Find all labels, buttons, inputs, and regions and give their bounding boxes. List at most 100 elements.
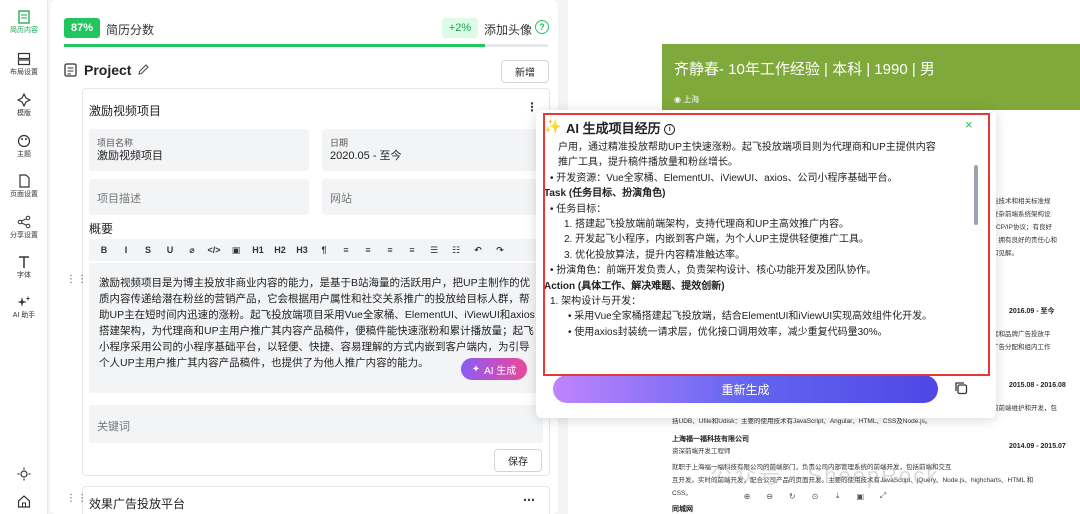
score-label: 简历分数	[106, 23, 155, 37]
nav-item-page[interactable]: 页面设置	[0, 172, 48, 206]
toolbar-button[interactable]: ≡	[357, 241, 379, 259]
regenerate-button[interactable]: 重新生成	[553, 375, 938, 403]
toolbar-button[interactable]: ↶	[467, 241, 489, 259]
preview-date: 2015.08 - 2016.08	[1009, 382, 1066, 389]
toolbar-button[interactable]: ⌀	[181, 241, 203, 259]
toolbar-button[interactable]: U	[159, 241, 181, 259]
resume-header: 齐静春- 10年工作经验 | 本科 | 1990 | 男 ◉ 上海	[662, 44, 1080, 110]
share-icon	[17, 215, 31, 229]
nav-item-ai-assistant[interactable]: AI 助手	[0, 293, 48, 327]
preview-tool-icon[interactable]: ⊙	[808, 492, 822, 501]
project-card-title: 激励视频项目	[89, 104, 162, 118]
preview-text: TCP/IP协议；有良好	[992, 224, 1052, 231]
toolbar-button[interactable]: ≡	[335, 241, 357, 259]
preview-text: 广告分配和组内工作	[992, 344, 1051, 351]
nav-item-theme[interactable]: 主题	[0, 132, 48, 166]
nav-label: 页面设置	[10, 191, 38, 198]
toolbar-button[interactable]: ☰	[423, 241, 445, 259]
toolbar-button[interactable]: ▣	[225, 241, 247, 259]
left-nav: 简历内容 布局设置 模版 主题 页面设置 分享设置 字体 AI 助手	[0, 0, 48, 514]
toolbar-button[interactable]: H3	[291, 241, 313, 259]
project-name-field[interactable]: 项目名称 激励视频项目	[89, 129, 309, 171]
help-icon[interactable]: ?	[535, 20, 549, 34]
field-placeholder: 关键词	[97, 421, 130, 433]
preview-text: 同城网	[672, 506, 693, 513]
toolbar-button[interactable]: ¶	[313, 241, 335, 259]
tip-badge: +2%	[442, 18, 478, 38]
home-icon[interactable]	[17, 494, 31, 508]
add-project-button[interactable]: 新增	[501, 60, 549, 83]
highlight-frame	[543, 113, 990, 376]
nav-label: 模版	[17, 110, 31, 117]
score-progress	[64, 44, 548, 47]
preview-text: 能技术和相关标准规	[992, 198, 1051, 205]
save-button[interactable]: 保存	[494, 449, 542, 472]
toolbar-button[interactable]: ☷	[445, 241, 467, 259]
preview-text: CSS。	[672, 490, 692, 497]
toolbar-button[interactable]: ↷	[489, 241, 511, 259]
sparkle-icon	[17, 296, 31, 307]
nav-item-template[interactable]: 模版	[0, 91, 48, 125]
field-placeholder: 项目描述	[97, 193, 141, 205]
toolbar-button[interactable]: ≡	[401, 241, 423, 259]
preview-tool-icon[interactable]: ↻	[785, 492, 799, 501]
nav-item-share[interactable]: 分享设置	[0, 213, 48, 247]
score-progress-fill	[64, 44, 486, 47]
toolbar-button[interactable]: ≡	[379, 241, 401, 259]
nav-label: 布局设置	[10, 69, 38, 76]
drag-handle-icon[interactable]: ⋮⋮	[66, 275, 87, 290]
nav-item-resume-content[interactable]: 简历内容	[0, 8, 48, 42]
section-title: Project	[84, 62, 132, 78]
field-value: 2020.05 - 至今	[330, 150, 402, 162]
toolbar-button[interactable]: B	[93, 241, 115, 259]
ai-generate-button[interactable]: ✦ AI 生成	[461, 358, 527, 380]
preview-text: ，拥有良好的责任心和	[992, 237, 1057, 244]
keywords-input[interactable]: 关键词	[89, 405, 543, 443]
project-card: 效果广告投放平台 ⋯	[82, 486, 550, 514]
nav-item-layout[interactable]: 布局设置	[0, 50, 48, 84]
nav-label: AI 助手	[12, 312, 36, 319]
ai-generate-label: AI 生成	[484, 365, 517, 377]
summary-text: 激励视频项目是为博主投放非商业内容的能力，是基于B站海量的活跃用户，把UP主制作…	[99, 277, 535, 369]
drag-handle-icon[interactable]: ⋮⋮	[66, 494, 87, 509]
preview-tool-icon[interactable]: ▣	[853, 492, 867, 501]
location-icon: ◉	[674, 95, 684, 104]
rich-text-toolbar: B I S U ⌀ </> ▣ H1 H2 H3 ¶ ≡ ≡ ≡ ≡ ☰ ☷ ↶ ↷	[89, 239, 543, 261]
toolbar-button[interactable]: S	[137, 241, 159, 259]
font-icon	[19, 256, 29, 268]
preview-text: 的前端维护和开发，包	[992, 405, 1057, 412]
nav-label: 主题	[17, 151, 31, 158]
tip-label[interactable]: 添加头像	[484, 21, 532, 38]
toolbar-button[interactable]: </>	[203, 241, 225, 259]
location-text: 上海	[683, 95, 700, 104]
preview-date: 2016.09 - 至今	[1009, 308, 1055, 315]
sun-icon[interactable]	[17, 467, 31, 481]
toolbar-button[interactable]: I	[115, 241, 137, 259]
field-placeholder: 网站	[330, 193, 352, 205]
layout-icon	[17, 52, 31, 66]
project-description-input[interactable]: 项目描述	[89, 179, 309, 215]
project-date-field[interactable]: 日期 2020.05 - 至今	[322, 129, 542, 171]
resume-location: ◉ 上海	[674, 94, 699, 105]
preview-tool-icon[interactable]: ⤓	[831, 491, 845, 501]
preview-tool-icon[interactable]: ⊕	[740, 492, 754, 501]
preview-toolbar: ⊕ ⊖ ↻ ⊙ ⤓ ▣ ⤢	[740, 485, 890, 507]
nav-item-font[interactable]: 字体	[0, 253, 48, 287]
preview-role: 资深前端开发工程师	[672, 448, 731, 455]
score-badge: 87%	[64, 18, 100, 38]
copy-icon[interactable]	[954, 381, 968, 395]
preview-tool-icon[interactable]: ⊖	[763, 492, 777, 501]
toolbar-button[interactable]: H1	[247, 241, 269, 259]
summary-label: 概要	[89, 222, 114, 236]
sparkle-icon: ✦	[471, 363, 481, 375]
project-card: 激励视频项目 ⋮ 项目名称 激励视频项目 日期 2020.05 - 至今 项目描…	[82, 88, 550, 476]
edit-icon[interactable]	[138, 64, 149, 75]
more-icon[interactable]: ⋮	[526, 101, 538, 113]
nav-label: 字体	[17, 272, 31, 279]
more-icon[interactable]: ⋯	[523, 494, 535, 506]
toolbar-button[interactable]: H2	[269, 241, 291, 259]
preview-text: 复杂前端系统架构设	[992, 211, 1051, 218]
project-card-title: 效果广告投放平台	[89, 497, 186, 511]
project-website-input[interactable]: 网站	[322, 179, 542, 215]
preview-tool-icon[interactable]: ⤢	[876, 491, 890, 501]
